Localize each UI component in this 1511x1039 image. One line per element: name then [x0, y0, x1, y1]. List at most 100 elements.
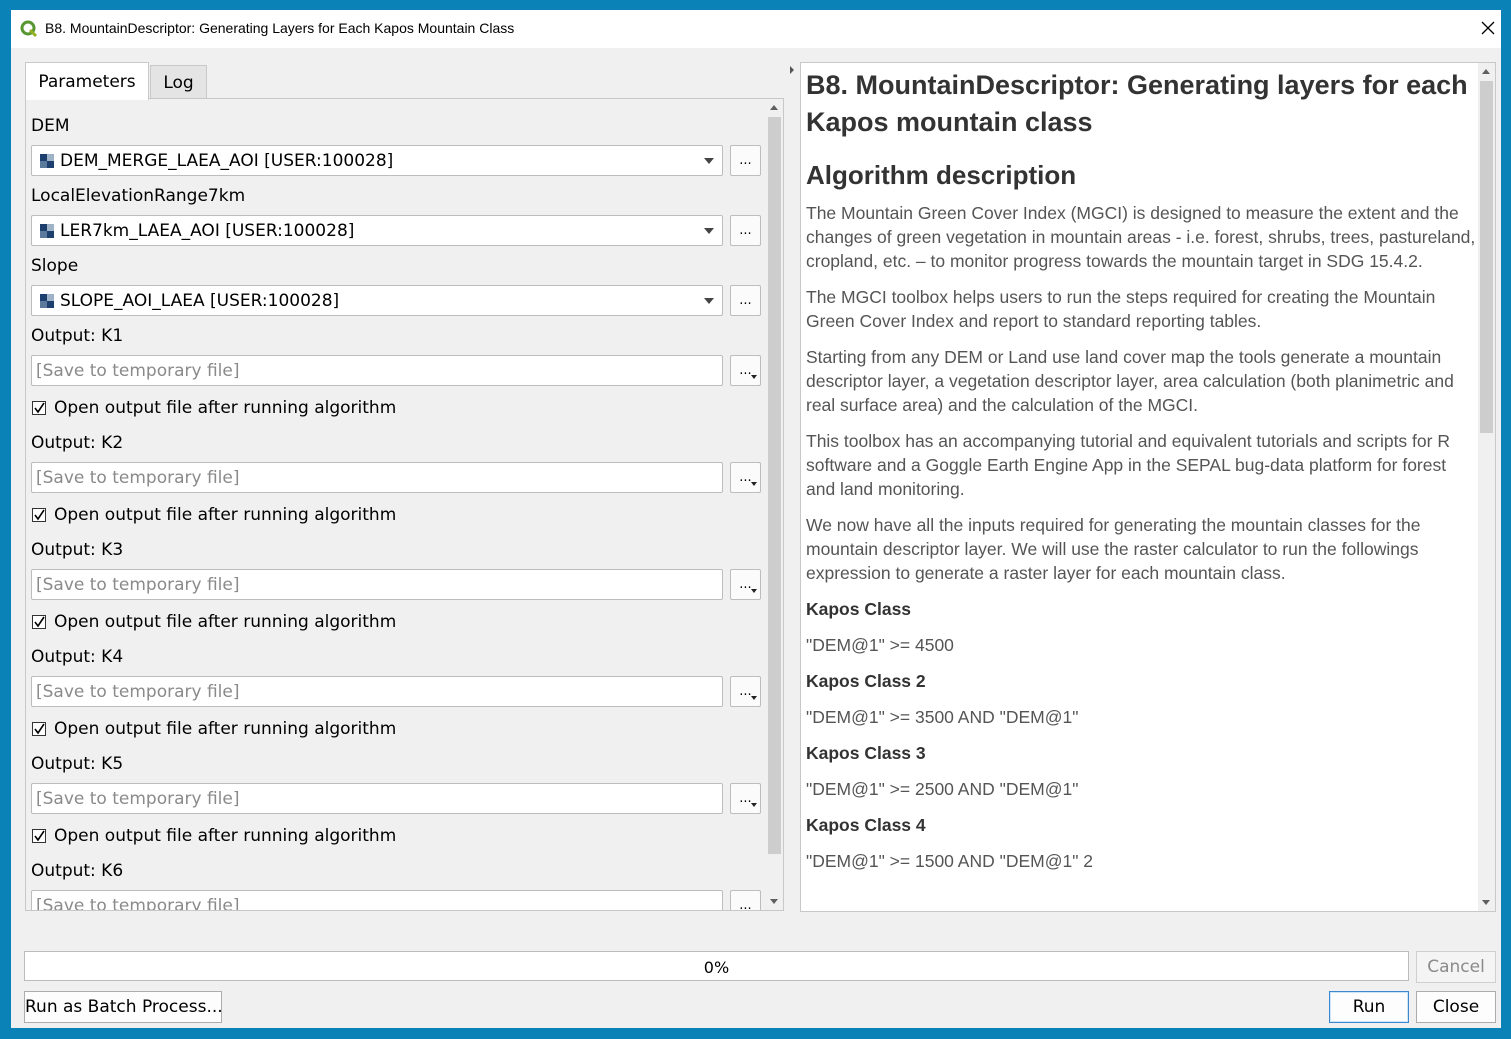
dem-browse-button[interactable]: ... — [730, 145, 761, 176]
help-panel: B8. MountainDescriptor: Generating layer… — [800, 62, 1496, 912]
slope-browse-button[interactable]: ... — [730, 285, 761, 316]
checkmark-icon — [34, 402, 45, 414]
raster-layer-icon — [40, 154, 54, 168]
dropdown-arrow-icon — [751, 803, 757, 807]
slope-value: SLOPE_AOI_LAEA [USER:100028] — [60, 291, 340, 311]
kapos-class-expression: "DEM@1" >= 2500 AND "DEM@1" — [806, 779, 1079, 799]
dem-label: DEM — [31, 116, 70, 136]
run-button[interactable]: Run — [1329, 991, 1409, 1023]
scroll-up-icon[interactable] — [1482, 69, 1490, 74]
output-k1-label: Output: K1 — [31, 326, 124, 346]
close-window-icon[interactable] — [1480, 20, 1496, 36]
help-content: B8. MountainDescriptor: Generating layer… — [806, 67, 1476, 885]
scroll-thumb[interactable] — [1480, 81, 1493, 433]
dem-value: DEM_MERGE_LAEA_AOI [USER:100028] — [60, 151, 394, 171]
output-k4-open-label: Open output file after running algorithm — [54, 719, 397, 739]
output-k2-open-checkbox[interactable] — [32, 508, 46, 522]
output-k2-field[interactable]: [Save to temporary file] — [31, 462, 723, 493]
output-k5-open-checkbox[interactable] — [32, 829, 46, 843]
output-k1-open-checkbox[interactable] — [32, 401, 46, 415]
output-k5-label: Output: K5 — [31, 754, 124, 774]
parameters-scrollbar[interactable] — [766, 99, 783, 910]
dropdown-arrow-icon — [751, 696, 757, 700]
help-scrollbar[interactable] — [1478, 63, 1495, 911]
kapos-class-heading: Kapos Class — [806, 599, 912, 619]
kapos-class-heading: Kapos Class 2 — [806, 671, 926, 691]
output-k2-browse-button[interactable]: ... — [730, 462, 761, 493]
kapos-class-heading: Kapos Class 4 — [806, 815, 926, 835]
help-paragraph: The MGCI toolbox helps users to run the … — [806, 287, 1436, 331]
kapos-class-expression: "DEM@1" >= 4500 — [806, 635, 954, 655]
browse-label: ... — [739, 470, 752, 485]
output-k2-open-label: Open output file after running algorithm — [54, 505, 397, 525]
cancel-button[interactable]: Cancel — [1416, 951, 1496, 983]
chevron-down-icon — [704, 298, 714, 304]
collapse-panel-icon[interactable] — [788, 62, 796, 78]
tab-parameters-label: Parameters — [38, 72, 136, 92]
output-k6-placeholder: [Save to temporary file] — [36, 896, 240, 911]
scroll-down-icon[interactable] — [1482, 900, 1490, 905]
help-paragraph: This toolbox has an accompanying tutoria… — [806, 431, 1450, 499]
output-k1-browse-button[interactable]: ... — [730, 355, 761, 386]
output-k5-browse-button[interactable]: ... — [730, 783, 761, 814]
output-k4-open-checkbox[interactable] — [32, 722, 46, 736]
output-k3-browse-button[interactable]: ... — [730, 569, 761, 600]
checkmark-icon — [34, 616, 45, 628]
run-batch-button[interactable]: Run as Batch Process... — [24, 991, 223, 1023]
slope-label: Slope — [31, 256, 79, 276]
browse-label: ... — [739, 791, 752, 806]
dem-select[interactable]: DEM_MERGE_LAEA_AOI [USER:100028] — [31, 145, 723, 176]
help-section-heading: Algorithm description — [806, 160, 1077, 190]
output-k2-placeholder: [Save to temporary file] — [36, 468, 240, 488]
chevron-down-icon — [704, 158, 714, 164]
help-title: B8. MountainDescriptor: Generating layer… — [806, 70, 1468, 137]
kapos-class-heading: Kapos Class 3 — [806, 743, 926, 763]
output-k1-field[interactable]: [Save to temporary file] — [31, 355, 723, 386]
output-k3-field[interactable]: [Save to temporary file] — [31, 569, 723, 600]
raster-layer-icon — [40, 224, 54, 238]
output-k6-field[interactable]: [Save to temporary file] — [31, 890, 723, 911]
dropdown-arrow-icon — [751, 375, 757, 379]
output-k3-label: Output: K3 — [31, 540, 124, 560]
tab-log[interactable]: Log — [150, 65, 207, 98]
ler-browse-button[interactable]: ... — [730, 215, 761, 246]
help-paragraph: Starting from any DEM or Land use land c… — [806, 347, 1454, 415]
dropdown-arrow-icon — [751, 910, 757, 911]
dropdown-arrow-icon — [751, 482, 757, 486]
output-k1-placeholder: [Save to temporary file] — [36, 361, 240, 381]
chevron-down-icon — [704, 228, 714, 234]
output-k2-label: Output: K2 — [31, 433, 124, 453]
output-k3-open-checkbox[interactable] — [32, 615, 46, 629]
progress-text: 0% — [703, 958, 730, 977]
output-k4-label: Output: K4 — [31, 647, 124, 667]
close-button[interactable]: Close — [1416, 991, 1496, 1023]
title-bar: B8. MountainDescriptor: Generating Layer… — [11, 10, 1501, 48]
progress-bar: 0% — [24, 951, 1409, 981]
slope-select[interactable]: SLOPE_AOI_LAEA [USER:100028] — [31, 285, 723, 316]
output-k5-field[interactable]: [Save to temporary file] — [31, 783, 723, 814]
browse-label: ... — [739, 577, 752, 592]
tab-log-label: Log — [163, 73, 194, 93]
qgis-logo-icon — [20, 20, 38, 38]
help-paragraph: The Mountain Green Cover Index (MGCI) is… — [806, 203, 1476, 271]
output-k5-placeholder: [Save to temporary file] — [36, 789, 240, 809]
browse-label: ... — [739, 363, 752, 378]
output-k4-placeholder: [Save to temporary file] — [36, 682, 240, 702]
output-k4-field[interactable]: [Save to temporary file] — [31, 676, 723, 707]
ler-label: LocalElevationRange7km — [31, 186, 246, 206]
browse-label: ... — [739, 898, 752, 911]
scroll-down-icon[interactable] — [770, 899, 778, 904]
kapos-class-expression: "DEM@1" >= 3500 AND "DEM@1" — [806, 707, 1079, 727]
dialog-window: B8. MountainDescriptor: Generating Layer… — [11, 10, 1501, 1028]
output-k1-open-label: Open output file after running algorithm — [54, 398, 397, 418]
ler-select[interactable]: LER7km_LAEA_AOI [USER:100028] — [31, 215, 723, 246]
scroll-thumb[interactable] — [768, 117, 781, 854]
scroll-up-icon[interactable] — [770, 105, 778, 110]
window-title: B8. MountainDescriptor: Generating Layer… — [45, 20, 515, 36]
output-k6-browse-button[interactable]: ... — [730, 890, 761, 911]
tab-parameters[interactable]: Parameters — [25, 62, 149, 100]
output-k4-browse-button[interactable]: ... — [730, 676, 761, 707]
parameters-panel: DEM DEM_MERGE_LAEA_AOI [USER:100028] ...… — [25, 98, 784, 911]
output-k6-label: Output: K6 — [31, 861, 124, 881]
ler-value: LER7km_LAEA_AOI [USER:100028] — [60, 221, 355, 241]
